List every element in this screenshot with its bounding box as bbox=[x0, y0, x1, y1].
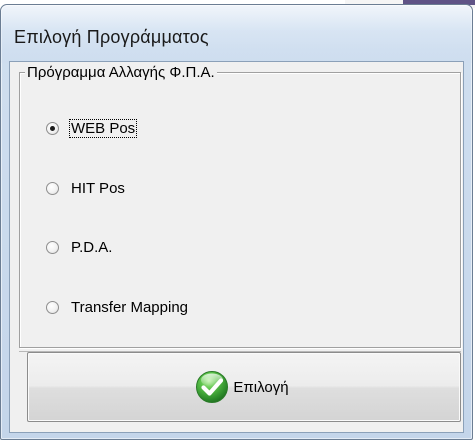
radio-label-transfer-mapping: Transfer Mapping bbox=[71, 298, 188, 316]
groupbox-legend: Πρόγραμμα Αλλαγής Φ.Π.Α. bbox=[25, 64, 217, 81]
radio-web-pos[interactable]: WEB Pos bbox=[46, 117, 138, 139]
program-select-dialog: Επιλογή Προγράμματος Πρόγραμμα Αλλαγής Φ… bbox=[0, 4, 473, 440]
select-button[interactable]: Επιλογή bbox=[27, 352, 461, 422]
dialog-title: Επιλογή Προγράμματος bbox=[14, 27, 209, 47]
select-button-content: Επιλογή bbox=[195, 370, 289, 404]
radio-transfer-mapping[interactable]: Transfer Mapping bbox=[46, 296, 189, 318]
radio-label-web-pos: WEB Pos bbox=[68, 118, 138, 138]
radio-button-checked[interactable] bbox=[46, 121, 59, 135]
radio-hit-pos[interactable]: HIT Pos bbox=[46, 177, 126, 199]
radio-pda[interactable]: P.D.A. bbox=[46, 236, 113, 258]
dialog-titlebar[interactable]: Επιλογή Προγράμματος bbox=[1, 5, 472, 63]
select-button-label: Επιλογή bbox=[233, 378, 289, 396]
green-checkmark-icon bbox=[196, 371, 229, 403]
radio-label-hit-pos: HIT Pos bbox=[71, 179, 125, 197]
screenshot-root: Επιλογή Προγράμματος Πρόγραμμα Αλλαγής Φ… bbox=[0, 0, 475, 441]
radio-button[interactable] bbox=[46, 300, 59, 314]
radio-label-pda: P.D.A. bbox=[71, 238, 113, 256]
radio-button[interactable] bbox=[46, 181, 59, 195]
radio-button[interactable] bbox=[46, 240, 59, 254]
